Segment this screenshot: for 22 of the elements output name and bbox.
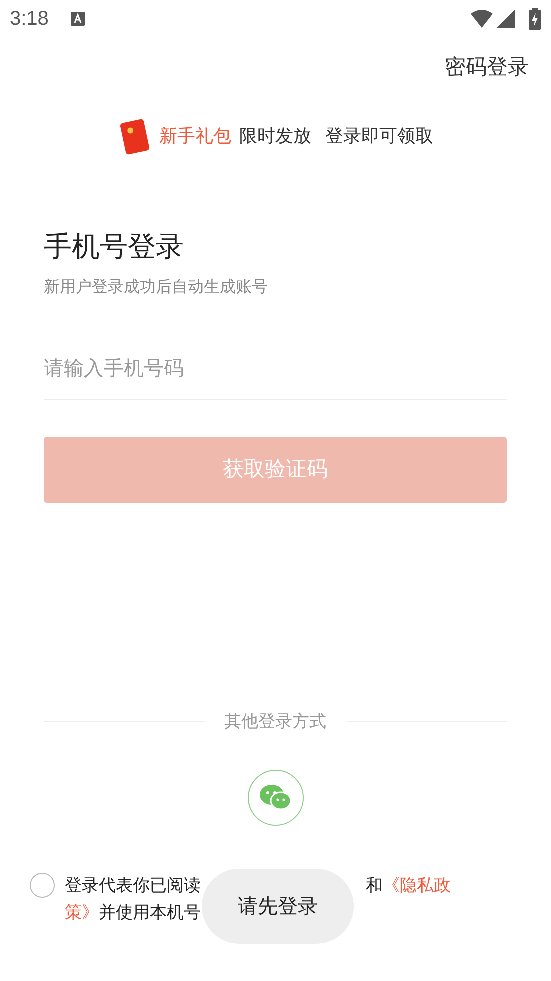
agreement-link[interactable]: 策》 — [65, 899, 99, 926]
status-time: 3:18 — [10, 7, 49, 32]
agree-checkbox[interactable] — [30, 873, 55, 898]
toast: 请先登录 — [202, 869, 354, 944]
page-title: 手机号登录 — [44, 230, 185, 264]
promo-highlight: 新手礼包 — [160, 125, 232, 148]
wifi-icon — [471, 10, 493, 28]
keyboard-icon — [70, 12, 85, 26]
battery-icon — [529, 8, 541, 30]
agreement-text: 登录代表你已阅读 — [65, 875, 201, 897]
signal-icon — [497, 10, 515, 28]
promo-text: 限时发放 — [240, 125, 312, 148]
agreement-text: 并使用本机号 — [99, 902, 201, 924]
chat-bubbles-icon — [258, 784, 292, 812]
wechat-login-button[interactable] — [248, 770, 304, 826]
agreement-text: 和 — [366, 875, 383, 897]
phone-input[interactable]: 请输入手机号码 — [44, 340, 507, 400]
agreement-link[interactable]: 《隐私政 — [383, 872, 451, 899]
subtitle: 新用户登录成功后自动生成账号 — [44, 278, 269, 298]
promo-text: 登录即可领取 — [326, 125, 434, 148]
other-login-label: 其他登录方式 — [224, 710, 326, 732]
password-login-link[interactable]: 密码登录 — [445, 52, 529, 84]
